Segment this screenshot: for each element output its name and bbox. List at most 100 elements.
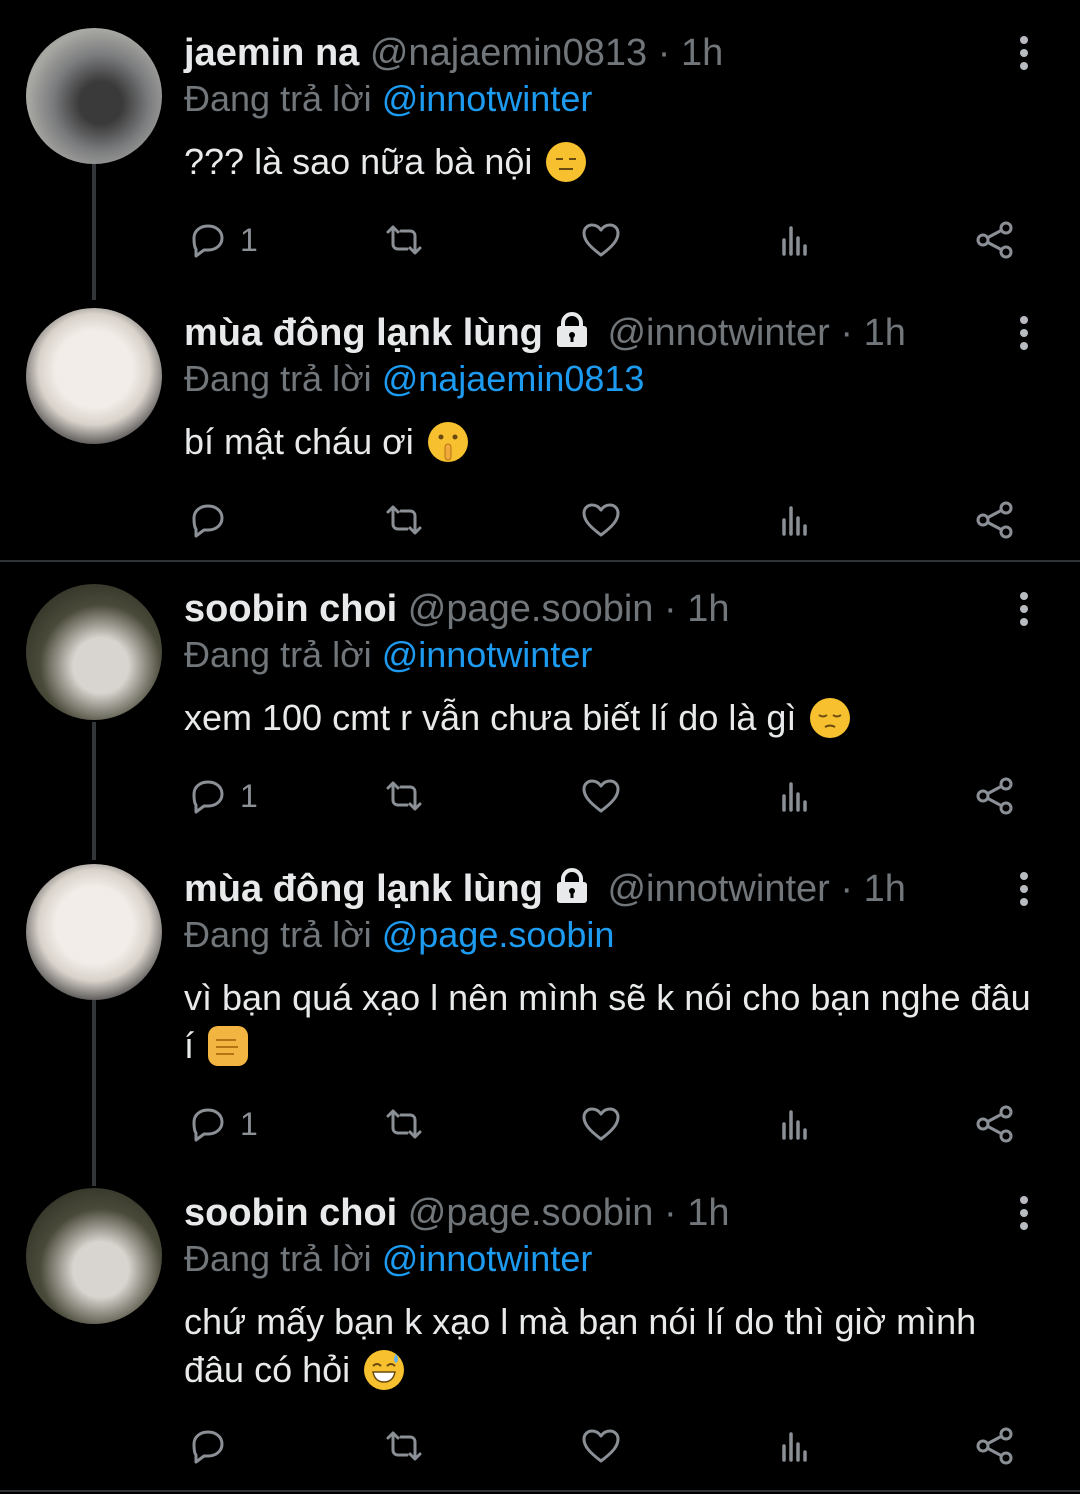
views-button[interactable] bbox=[776, 1102, 820, 1146]
reply-prefix: Đang trả lời bbox=[184, 634, 372, 675]
avatar[interactable] bbox=[26, 864, 162, 1000]
user-handle[interactable]: @innotwinter bbox=[607, 312, 829, 354]
reply-button[interactable]: 1 bbox=[186, 218, 258, 262]
reply-mention[interactable]: @innotwinter bbox=[382, 78, 593, 119]
reply-icon bbox=[192, 224, 224, 258]
views-button[interactable] bbox=[776, 218, 820, 262]
tweet-text: ??? là sao nữa bà nội bbox=[184, 138, 1054, 186]
reply-context: Đang trả lời @najaemin0813 bbox=[184, 356, 644, 402]
tweet-text: xem 100 cmt r vẫn chưa biết lí do là gì bbox=[184, 694, 1054, 742]
separator: · bbox=[840, 868, 854, 910]
reply-icon bbox=[192, 1430, 224, 1464]
share-button[interactable] bbox=[973, 1424, 1017, 1468]
reply-count: 1 bbox=[240, 221, 258, 258]
reply-button[interactable]: 1 bbox=[186, 774, 258, 818]
reply-button[interactable] bbox=[186, 1424, 240, 1468]
timestamp[interactable]: 1h bbox=[687, 1192, 729, 1234]
tweet-text: vì bạn quá xạo l nên mình sẽ k nói cho b… bbox=[184, 974, 1044, 1070]
reply-context: Đang trả lời @page.soobin bbox=[184, 912, 614, 958]
display-name[interactable]: mùa đông lạnk lùng bbox=[184, 312, 543, 354]
reply-button[interactable] bbox=[186, 498, 240, 542]
analytics-icon bbox=[782, 1110, 807, 1140]
analytics-icon bbox=[782, 226, 807, 256]
timestamp[interactable]: 1h bbox=[864, 868, 906, 910]
reply-count: 1 bbox=[240, 1105, 258, 1142]
views-button[interactable] bbox=[776, 498, 820, 542]
reply-mention[interactable]: @innotwinter bbox=[382, 1238, 593, 1279]
user-handle[interactable]: @najaemin0813 bbox=[370, 32, 647, 74]
share-button[interactable] bbox=[973, 774, 1017, 818]
tweet-text-content: chứ mấy bạn k xạo l mà bạn nói lí do thì… bbox=[184, 1301, 977, 1390]
retweet-button[interactable] bbox=[382, 1102, 426, 1146]
tweet-actions bbox=[0, 498, 1080, 548]
like-button[interactable] bbox=[579, 1102, 623, 1146]
tweet-actions bbox=[0, 1424, 1080, 1474]
tweet-text-content: bí mật cháu ơi bbox=[184, 421, 414, 462]
tweet-actions: 1 bbox=[0, 218, 1080, 268]
share-icon bbox=[976, 1105, 1013, 1143]
like-button[interactable] bbox=[579, 774, 623, 818]
grinning-face-with-sweat-icon bbox=[364, 1350, 405, 1390]
views-button[interactable] bbox=[776, 774, 820, 818]
share-button[interactable] bbox=[973, 218, 1017, 262]
oncoming-fist-icon bbox=[208, 1026, 249, 1066]
reply-button[interactable]: 1 bbox=[186, 1102, 258, 1146]
retweet-button[interactable] bbox=[382, 498, 426, 542]
reply-mention[interactable]: @najaemin0813 bbox=[382, 358, 645, 399]
share-button[interactable] bbox=[973, 498, 1017, 542]
share-button[interactable] bbox=[973, 1102, 1017, 1146]
avatar[interactable] bbox=[26, 584, 162, 720]
like-button[interactable] bbox=[579, 498, 623, 542]
display-name[interactable]: mùa đông lạnk lùng bbox=[184, 868, 543, 910]
share-icon bbox=[976, 777, 1013, 815]
display-name[interactable]: soobin choi bbox=[184, 588, 397, 630]
reply-mention[interactable]: @page.soobin bbox=[382, 914, 615, 955]
retweet-button[interactable] bbox=[382, 218, 426, 262]
more-options-icon[interactable] bbox=[1012, 872, 1036, 906]
reply-prefix: Đang trả lời bbox=[184, 1238, 372, 1279]
tweet-header: soobin choi @page.soobin · 1h bbox=[184, 1190, 730, 1236]
reply-icon bbox=[192, 504, 224, 538]
retweet-button[interactable] bbox=[382, 1424, 426, 1468]
tweet-header: mùa đông lạnk lùng @innotwinter · 1h bbox=[184, 866, 906, 916]
retweet-button[interactable] bbox=[382, 774, 426, 818]
avatar[interactable] bbox=[26, 1188, 162, 1324]
heart-icon bbox=[582, 1107, 620, 1141]
user-handle[interactable]: @innotwinter bbox=[607, 868, 829, 910]
reply-context: Đang trả lời @innotwinter bbox=[184, 632, 592, 678]
like-button[interactable] bbox=[579, 218, 623, 262]
more-options-icon[interactable] bbox=[1012, 592, 1036, 626]
more-options-icon[interactable] bbox=[1012, 316, 1036, 350]
reply-mention[interactable]: @innotwinter bbox=[382, 634, 593, 675]
more-options-icon[interactable] bbox=[1012, 36, 1036, 70]
tweet-text-content: vì bạn quá xạo l nên mình sẽ k nói cho b… bbox=[184, 977, 1031, 1066]
heart-icon bbox=[582, 223, 620, 257]
views-button[interactable] bbox=[776, 1424, 820, 1468]
expressionless-face-icon bbox=[546, 142, 587, 182]
share-icon bbox=[976, 501, 1013, 539]
user-handle[interactable]: @page.soobin bbox=[408, 588, 654, 630]
analytics-icon bbox=[782, 782, 807, 812]
heart-icon bbox=[582, 503, 620, 537]
avatar[interactable] bbox=[26, 28, 162, 164]
timestamp[interactable]: 1h bbox=[687, 588, 729, 630]
reply-prefix: Đang trả lời bbox=[184, 78, 372, 119]
display-name[interactable]: jaemin na bbox=[184, 32, 359, 74]
avatar[interactable] bbox=[26, 308, 162, 444]
analytics-icon bbox=[782, 1432, 807, 1462]
tweet-text-content: xem 100 cmt r vẫn chưa biết lí do là gì bbox=[184, 697, 797, 738]
more-options-icon[interactable] bbox=[1012, 1196, 1036, 1230]
shushing-face-icon bbox=[427, 422, 468, 462]
lock-icon bbox=[553, 867, 591, 916]
timestamp[interactable]: 1h bbox=[681, 32, 723, 74]
tweet-header: soobin choi @page.soobin · 1h bbox=[184, 586, 730, 632]
display-name[interactable]: soobin choi bbox=[184, 1192, 397, 1234]
reply-context: Đang trả lời @innotwinter bbox=[184, 76, 592, 122]
tweet-header: jaemin na @najaemin0813 · 1h bbox=[184, 30, 723, 76]
timestamp[interactable]: 1h bbox=[864, 312, 906, 354]
reply-count: 1 bbox=[240, 777, 258, 814]
reply-prefix: Đang trả lời bbox=[184, 358, 372, 399]
user-handle[interactable]: @page.soobin bbox=[408, 1192, 654, 1234]
reply-prefix: Đang trả lời bbox=[184, 914, 372, 955]
like-button[interactable] bbox=[579, 1424, 623, 1468]
